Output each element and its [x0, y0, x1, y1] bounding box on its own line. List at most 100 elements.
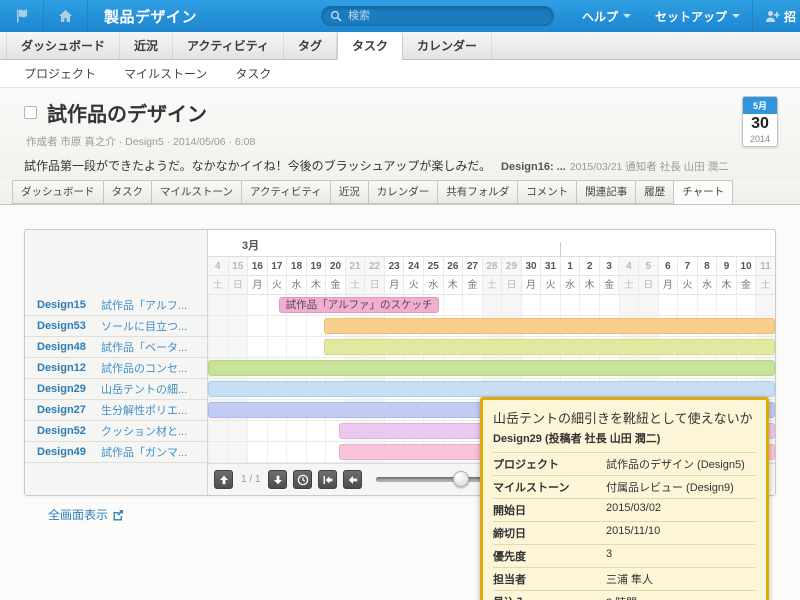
tooltip-field-label: プロジェクト	[493, 456, 606, 472]
task-id-link[interactable]: Design12	[25, 362, 101, 374]
ticket-tab-3[interactable]: アクティビティ	[241, 180, 330, 204]
main-nav-tab-dashboard[interactable]: ダッシュボード	[6, 32, 120, 59]
gantt-date-cell: 2	[579, 257, 599, 275]
tooltip-field-label: 開始日	[493, 502, 606, 518]
main-nav-tab-tasks[interactable]: タスク	[337, 32, 403, 60]
search-icon	[330, 10, 342, 22]
task-id-link[interactable]: Design27	[25, 404, 101, 416]
ticket-tab-8[interactable]: 関連記事	[576, 180, 635, 204]
search-input[interactable]	[321, 6, 554, 26]
gantt-bar[interactable]	[324, 339, 775, 355]
tooltip-field-label: 締切日	[493, 525, 606, 541]
task-id-link[interactable]: Design29	[25, 383, 101, 395]
gantt-dow-cell: 土	[755, 276, 775, 294]
ticket-description: 試作品第一段ができたようだ。なかなかイイね！今後のブラッシュアップが楽しみだ。D…	[24, 157, 776, 174]
gantt-bar[interactable]: 試作品「アルファ」のスケッチ	[279, 297, 438, 313]
badge-day: 30	[743, 114, 777, 134]
gantt-task-label-row: Design29山岳テントの細...	[25, 379, 207, 400]
ticket-tab-0[interactable]: ダッシュボード	[12, 180, 103, 204]
gantt-dow-cell: 土	[208, 276, 228, 294]
task-name-link[interactable]: 試作品「ベータ...	[101, 339, 187, 355]
gantt-dow-cell: 火	[677, 276, 697, 294]
task-id-link[interactable]: Design53	[25, 320, 101, 332]
search-box	[321, 6, 554, 26]
gantt-month-row: 3月	[208, 230, 775, 257]
main-nav-tab-tags[interactable]: タグ	[284, 32, 337, 59]
gantt-date-cell: 1	[560, 257, 580, 275]
gantt-date-cell: 10	[736, 257, 756, 275]
tooltip-field-row: 担当者三浦 隼人	[493, 567, 756, 590]
tooltip-field-value: 2 時間	[606, 594, 756, 600]
ticket-checkbox[interactable]	[24, 106, 37, 119]
sub-nav-item-milestone[interactable]: マイルストーン	[110, 65, 221, 82]
gantt-date-cell: 19	[306, 257, 326, 275]
sub-nav-item-project[interactable]: プロジェクト	[10, 65, 110, 82]
gantt-row	[208, 358, 775, 379]
ticket-header: 試作品のデザイン 作成者 市原 真之介 · Design5 · 2014/05/…	[0, 88, 800, 180]
gantt-date-cell: 31	[540, 257, 560, 275]
task-name-link[interactable]: ソールに目立つ...	[101, 318, 187, 334]
gantt-dow-cell: 金	[325, 276, 345, 294]
help-menu[interactable]: ヘルプ	[570, 0, 643, 32]
fullscreen-label: 全画面表示	[48, 506, 108, 523]
task-name-link[interactable]: 生分解性ポリエ...	[101, 402, 187, 418]
gantt-bar[interactable]	[208, 360, 775, 376]
scroll-up-button[interactable]	[214, 470, 233, 489]
main-nav-tab-calendar[interactable]: カレンダー	[403, 32, 492, 59]
sub-nav: プロジェクトマイルストーンタスク	[0, 60, 800, 88]
scroll-left-button[interactable]	[343, 470, 362, 489]
setup-menu[interactable]: セットアップ	[643, 0, 752, 32]
ticket-tab-10[interactable]: チャート	[673, 180, 733, 205]
task-id-link[interactable]: Design52	[25, 425, 101, 437]
ticket-tab-1[interactable]: タスク	[103, 180, 152, 204]
ticket-tab-2[interactable]: マイルストーン	[151, 180, 241, 204]
description-ref-link[interactable]: Design16: ...	[501, 161, 566, 173]
fullscreen-link[interactable]: 全画面表示	[48, 506, 124, 523]
task-id-link[interactable]: Design15	[25, 299, 101, 311]
main-nav-tab-activity[interactable]: アクティビティ	[173, 32, 284, 59]
tooltip-title: 山岳テントの細引きを靴紐として使えないか	[493, 408, 756, 427]
zoom-slider-handle[interactable]	[453, 471, 469, 487]
ticket-tab-9[interactable]: 履歴	[635, 180, 673, 204]
gantt-task-label-row: Design15試作品「アルフ...	[25, 295, 207, 316]
ticket-tab-5[interactable]: カレンダー	[368, 180, 438, 204]
gantt-dow-cell: 火	[540, 276, 560, 294]
task-id-link[interactable]: Design49	[25, 446, 101, 458]
gantt-bar[interactable]	[324, 318, 775, 334]
scroll-down-button[interactable]	[268, 470, 287, 489]
tooltip-field-label: マイルストーン	[493, 479, 606, 495]
tooltip-field-value: 試作品のデザイン (Design5)	[606, 456, 756, 472]
gantt-task-label-row: Design48試作品「ベータ...	[25, 337, 207, 358]
tooltip-field-value: 2015/03/02	[606, 502, 756, 518]
sub-nav-item-task[interactable]: タスク	[221, 65, 285, 82]
task-name-link[interactable]: 試作品のコンセ...	[101, 360, 187, 376]
jump-left-button[interactable]	[318, 470, 337, 489]
home-icon[interactable]	[44, 0, 88, 32]
gantt-date-cell: 23	[384, 257, 404, 275]
ticket-tab-4[interactable]: 近況	[330, 180, 368, 204]
task-name-link[interactable]: 試作品「アルフ...	[101, 297, 187, 313]
today-button[interactable]	[293, 470, 312, 489]
ticket-tab-7[interactable]: コメント	[517, 180, 576, 204]
gantt-bar[interactable]	[208, 381, 775, 397]
badge-year: 2014	[743, 134, 777, 146]
main-nav: ダッシュボード近況アクティビティタグタスクカレンダー	[0, 32, 800, 60]
task-id-link[interactable]: Design48	[25, 341, 101, 353]
gantt-dow-cell: 土	[345, 276, 365, 294]
task-name-link[interactable]: 試作品「ガンマ...	[101, 444, 187, 460]
add-user-icon	[765, 10, 780, 23]
description-note: 2015/03/21 通知者 社長 山田 潤二	[570, 161, 729, 173]
main-nav-tab-recent[interactable]: 近況	[120, 32, 173, 59]
gantt-date-cell: 20	[325, 257, 345, 275]
gantt-date-cell: 29	[501, 257, 521, 275]
gantt-dow-cell: 水	[560, 276, 580, 294]
ticket-tab-6[interactable]: 共有フォルダ	[437, 180, 517, 204]
flag-icon[interactable]	[0, 0, 44, 32]
tooltip-field-row: 見込み2 時間	[493, 590, 756, 600]
tooltip-field-value: 付属品レビュー (Design9)	[606, 479, 756, 495]
badge-month: 5月	[743, 97, 777, 114]
task-name-link[interactable]: クッション材と...	[101, 423, 187, 439]
gantt-date-cell: 4	[208, 257, 228, 275]
task-name-link[interactable]: 山岳テントの細...	[101, 381, 187, 397]
invite-user-button[interactable]: 招	[752, 0, 800, 32]
